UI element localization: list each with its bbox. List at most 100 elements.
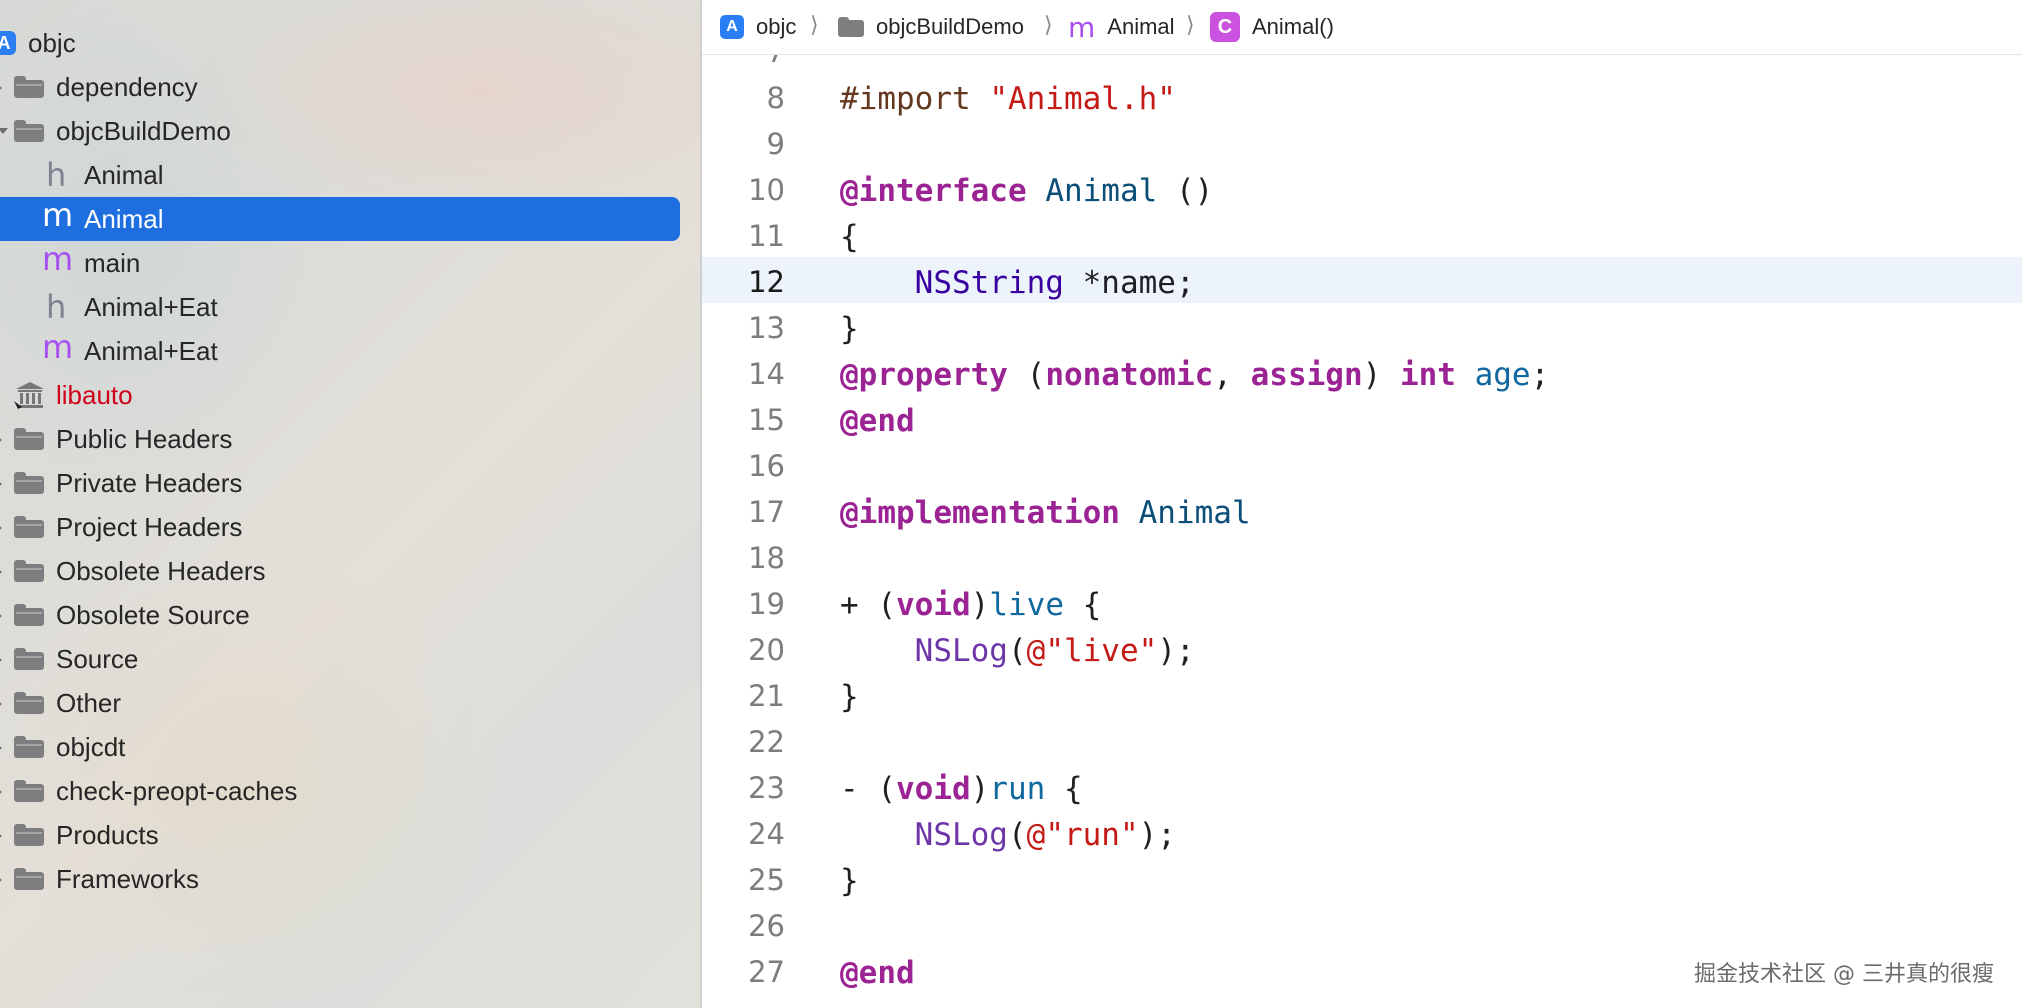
nav-item-animal-m[interactable]: m Animal — [0, 197, 680, 241]
code-area[interactable]: 7 8 #import "Animal.h" 9 10 @interface A… — [702, 55, 2022, 1008]
nav-item-label: Products — [56, 819, 159, 850]
disclosure-triangle-icon[interactable] — [0, 875, 2, 885]
code-text: + (void)live { — [840, 587, 1102, 623]
code-line: 17 @implementation Animal — [702, 487, 2022, 533]
nav-item-project-headers[interactable]: Project Headers — [0, 505, 680, 549]
line-number: 15 — [748, 403, 785, 437]
breadcrumb-file[interactable]: m Animal — [1068, 0, 1175, 54]
breadcrumb-group[interactable]: objcBuildDemo — [838, 0, 1024, 54]
disclosure-triangle-icon[interactable] — [0, 567, 2, 577]
line-number: 16 — [748, 449, 785, 483]
code-text: } — [840, 311, 859, 347]
code-text: NSLog(@"live"); — [914, 633, 1195, 669]
chevron-right-icon: ⟩ — [810, 12, 819, 37]
nav-item-label: Project Headers — [56, 511, 243, 542]
source-editor[interactable]: A objc ⟩ objcBuildDemo ⟩ m Animal ⟩ C An… — [702, 0, 2022, 1008]
nav-item-dependency[interactable]: dependency — [0, 65, 680, 109]
nav-item-products[interactable]: Products — [0, 813, 680, 857]
folder-icon — [14, 120, 44, 142]
nav-item-other[interactable]: Other — [0, 681, 680, 725]
disclosure-triangle-icon[interactable] — [0, 699, 2, 709]
line-number: 17 — [748, 495, 785, 529]
code-text: @property (nonatomic, assign) int age; — [840, 357, 1550, 393]
folder-icon — [14, 692, 44, 714]
nav-item-label: Animal — [84, 159, 164, 190]
breadcrumb-project[interactable]: A objc — [720, 0, 796, 54]
line-number: 19 — [748, 587, 785, 621]
nav-item-objcbuilddemo[interactable]: objcBuildDemo — [0, 109, 680, 153]
nav-item-check-preopt-caches[interactable]: check-preopt-caches — [0, 769, 680, 813]
nav-item-label: main — [84, 247, 141, 278]
line-number: 8 — [766, 81, 785, 115]
code-text: @interface Animal () — [840, 173, 1214, 209]
code-line: 20 NSLog(@"live"); — [702, 625, 2022, 671]
code-line: 10 @interface Animal () — [702, 165, 2022, 211]
nav-item-obsolete-source[interactable]: Obsolete Source — [0, 593, 680, 637]
nav-item-animal-eat-m[interactable]: m Animal+Eat — [0, 329, 680, 373]
nav-item-private-headers[interactable]: Private Headers — [0, 461, 680, 505]
folder-icon — [14, 736, 44, 758]
nav-item-animal-h[interactable]: h Animal — [0, 153, 680, 197]
disclosure-triangle-icon[interactable] — [0, 831, 2, 841]
disclosure-triangle-icon[interactable] — [0, 655, 2, 665]
jump-bar: A objc ⟩ objcBuildDemo ⟩ m Animal ⟩ C An… — [702, 0, 2022, 55]
breadcrumb-project-label: objc — [756, 14, 797, 39]
nav-item-obsolete-headers[interactable]: Obsolete Headers — [0, 549, 680, 593]
nav-item-animal-eat-h[interactable]: h Animal+Eat — [0, 285, 680, 329]
code-text: - (void)run { — [840, 771, 1083, 807]
folder-icon — [14, 868, 44, 890]
nav-item-frameworks[interactable]: Frameworks — [0, 857, 680, 901]
nav-item-label: Private Headers — [56, 467, 243, 498]
navigator-root-objc[interactable]: A objc — [0, 21, 680, 65]
disclosure-triangle-icon[interactable] — [0, 128, 8, 134]
code-text: NSString *name; — [914, 265, 1195, 301]
breadcrumb-symbol[interactable]: C Animal() — [1210, 0, 1334, 54]
disclosure-triangle-icon[interactable] — [0, 611, 2, 621]
nav-item-main-m[interactable]: m main — [0, 241, 680, 285]
import-directive: #import — [840, 81, 990, 117]
nav-item-libauto[interactable]: libauto — [0, 373, 680, 417]
code-line: 8 #import "Animal.h" — [702, 73, 2022, 119]
line-number: 12 — [748, 265, 785, 299]
code-line: 7 — [702, 55, 2022, 73]
breadcrumb-group-label: objcBuildDemo — [876, 14, 1024, 39]
code-line: 23 - (void)run { — [702, 763, 2022, 809]
line-number: 20 — [748, 633, 785, 667]
disclosure-triangle-icon[interactable] — [0, 743, 2, 753]
disclosure-triangle-icon[interactable] — [0, 787, 2, 797]
disclosure-triangle-icon[interactable] — [0, 435, 2, 445]
line-number: 14 — [748, 357, 785, 391]
disclosure-triangle-icon[interactable] — [0, 523, 2, 533]
code-text: { — [840, 219, 859, 255]
folder-icon — [14, 780, 44, 802]
nav-item-label: Obsolete Headers — [56, 555, 266, 586]
class-extension-icon: C — [1210, 12, 1240, 42]
disclosure-triangle-icon[interactable] — [0, 479, 2, 489]
line-number: 11 — [748, 219, 785, 253]
line-number: 18 — [748, 541, 785, 575]
xcode-project-icon: A — [0, 31, 16, 55]
nav-item-public-headers[interactable]: Public Headers — [0, 417, 680, 461]
nav-item-label: Frameworks — [56, 863, 200, 894]
line-number: 23 — [748, 771, 785, 805]
chevron-right-icon: ⟩ — [1044, 12, 1053, 37]
nav-item-source[interactable]: Source — [0, 637, 680, 681]
code-line: 24 NSLog(@"run"); — [702, 809, 2022, 855]
folder-icon — [14, 516, 44, 538]
nav-item-label: Animal+Eat — [84, 335, 218, 366]
nav-item-objcdt[interactable]: objcdt — [0, 725, 680, 769]
line-number: 7 — [705, 55, 785, 69]
folder-icon — [14, 428, 44, 450]
line-number: 26 — [748, 909, 785, 943]
code-line: 9 — [702, 119, 2022, 165]
disclosure-triangle-icon[interactable] — [0, 83, 2, 93]
folder-icon — [14, 472, 44, 494]
implementation-file-icon: m — [42, 328, 74, 366]
code-line: 19 + (void)live { — [702, 579, 2022, 625]
project-navigator: A objc dependency objcBuildDemo h Animal… — [0, 0, 702, 1008]
code-line: 18 — [702, 533, 2022, 579]
code-line: 11 { — [702, 211, 2022, 257]
header-file-icon: h — [46, 156, 67, 194]
nav-item-label: objcBuildDemo — [56, 115, 231, 146]
implementation-file-icon: m — [42, 240, 74, 278]
